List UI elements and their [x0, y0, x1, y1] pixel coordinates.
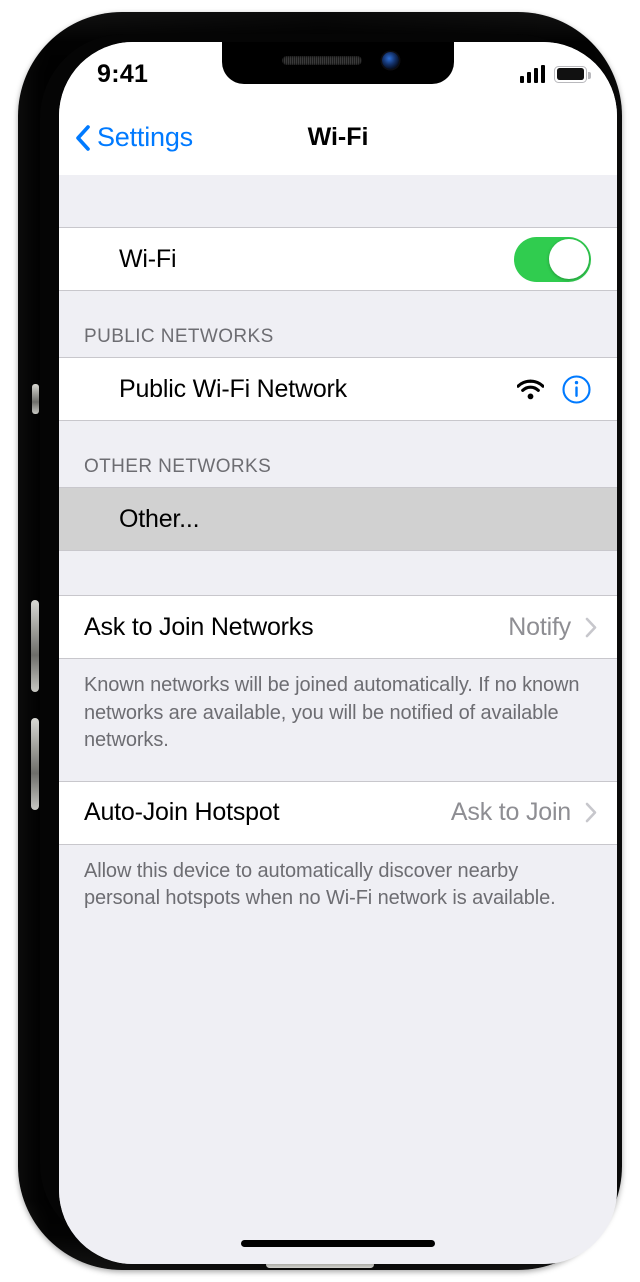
other-network-label: Other...: [119, 504, 200, 533]
auto-join-hotspot-value: Ask to Join: [450, 798, 571, 827]
home-indicator[interactable]: [241, 1240, 435, 1247]
status-time: 9:41: [97, 59, 149, 88]
ask-to-join-value: Notify: [508, 612, 571, 641]
network-row-public-wifi[interactable]: Public Wi-Fi Network: [59, 358, 617, 420]
chevron-left-icon: [76, 124, 90, 151]
volume-up-button[interactable]: [31, 600, 39, 692]
silent-switch-button[interactable]: [32, 384, 39, 414]
auto-join-hotspot-row[interactable]: Auto-Join Hotspot Ask to Join: [59, 781, 617, 844]
back-button-label: Settings: [97, 122, 193, 152]
auto-join-hotspot-footer: Allow this device to automatically disco…: [59, 844, 617, 913]
spacer: [59, 291, 617, 313]
battery-icon: [554, 65, 591, 83]
section-header-public-networks: PUBLIC NETWORKS: [59, 313, 617, 357]
section-header-other-networks: OTHER NETWORKS: [59, 443, 617, 487]
network-name-label: Public Wi-Fi Network: [119, 374, 347, 403]
spacer: [59, 551, 617, 595]
wifi-toggle-switch[interactable]: [514, 236, 591, 282]
cellular-signal-icon: [520, 65, 545, 83]
notch: [222, 42, 454, 84]
earpiece-speaker-icon: [282, 56, 362, 65]
front-camera-icon: [382, 52, 399, 69]
chevron-right-icon: [585, 802, 597, 823]
toggle-knob: [548, 239, 589, 279]
status-indicators: [520, 65, 591, 83]
settings-list[interactable]: Wi-Fi PUBLIC NETWORKS Public Wi-Fi Netwo…: [59, 175, 617, 1264]
wifi-signal-icon: [517, 379, 544, 400]
auto-join-hotspot-label: Auto-Join Hotspot: [84, 798, 280, 827]
ask-to-join-label: Ask to Join Networks: [84, 612, 314, 641]
spacer: [59, 421, 617, 443]
ask-to-join-footer: Known networks will be joined automatica…: [59, 659, 617, 755]
top-spacer: [59, 175, 617, 227]
spacer: [59, 754, 617, 781]
wifi-toggle-label: Wi-Fi: [119, 244, 177, 273]
volume-down-button[interactable]: [31, 718, 39, 810]
phone-screen: 9:41 Settings Wi-Fi Wi-Fi PUBLIC NETWORK…: [59, 42, 617, 1264]
device-frame: 9:41 Settings Wi-Fi Wi-Fi PUBLIC NETWORK…: [18, 12, 622, 1270]
wifi-toggle-row[interactable]: Wi-Fi: [59, 228, 617, 290]
ask-to-join-networks-row[interactable]: Ask to Join Networks Notify: [59, 596, 617, 658]
chevron-right-icon: [585, 617, 597, 637]
navigation-bar: Settings Wi-Fi: [59, 100, 617, 175]
info-circle-icon[interactable]: [562, 374, 591, 404]
back-button[interactable]: Settings: [59, 122, 193, 153]
network-row-other[interactable]: Other...: [59, 488, 617, 550]
